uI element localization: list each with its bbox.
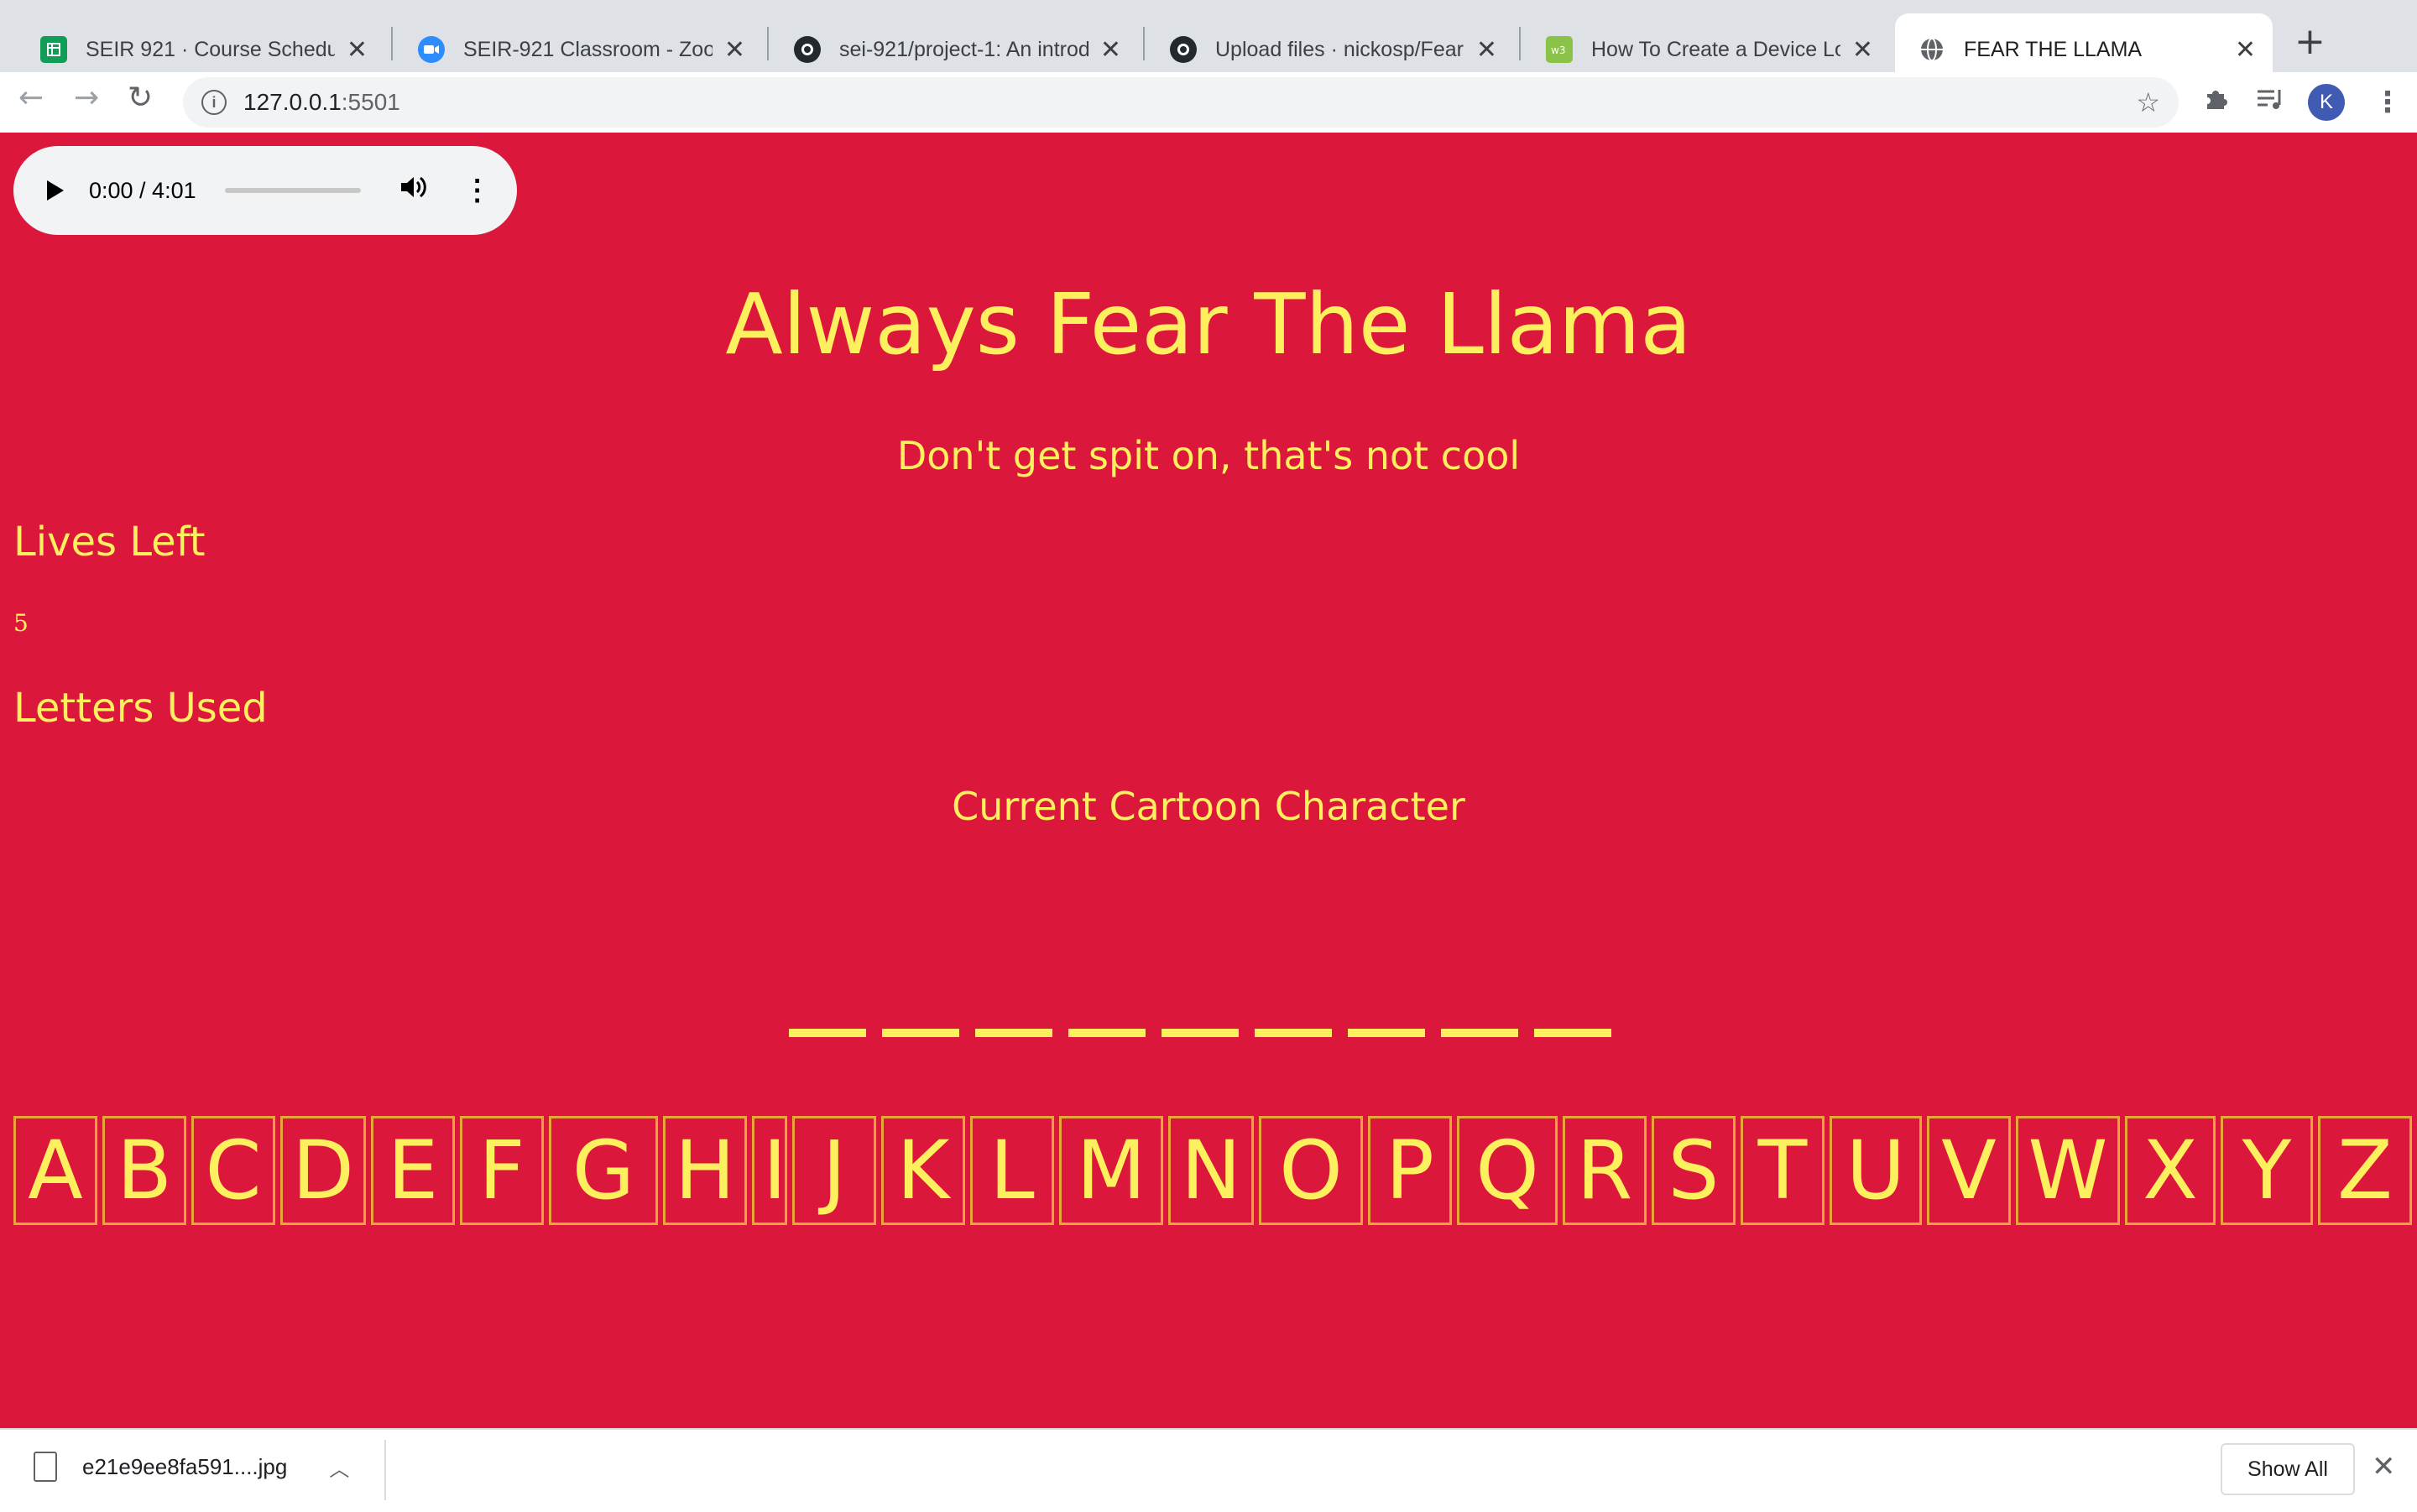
letter-blank: [1255, 1029, 1332, 1037]
download-separator: [384, 1440, 386, 1500]
reload-icon[interactable]: ↻: [128, 81, 153, 115]
more-options-icon[interactable]: ⋮: [463, 174, 492, 207]
letter-button-z[interactable]: Z: [2318, 1116, 2412, 1225]
letter-blank: [1534, 1029, 1611, 1037]
letter-button-o[interactable]: O: [1259, 1116, 1363, 1225]
letter-button-u[interactable]: U: [1830, 1116, 1922, 1225]
browser-toolbar: ← → ↻ i 127.0.0.1:5501 ☆ K ⋮: [0, 72, 2417, 134]
letter-button-l[interactable]: L: [970, 1116, 1054, 1225]
letter-button-p[interactable]: P: [1368, 1116, 1452, 1225]
letter-button-q[interactable]: Q: [1457, 1116, 1558, 1225]
bookmark-star-icon[interactable]: ☆: [2136, 86, 2160, 118]
letter-button-b[interactable]: B: [102, 1116, 186, 1225]
back-arrow-icon[interactable]: ←: [18, 81, 44, 115]
letters-used-heading: Letters Used: [13, 685, 268, 732]
letter-button-e[interactable]: E: [371, 1116, 455, 1225]
forward-arrow-icon[interactable]: →: [74, 81, 99, 115]
letter-button-j[interactable]: J: [792, 1116, 876, 1225]
w3schools-icon: w3: [1546, 36, 1573, 63]
tab-title: How To Create a Device Loo: [1591, 37, 1840, 61]
url-port: :5501: [341, 89, 400, 115]
letter-button-f[interactable]: F: [460, 1116, 544, 1225]
letter-button-g[interactable]: G: [549, 1116, 658, 1225]
letter-button-x[interactable]: X: [2125, 1116, 2216, 1225]
audio-player[interactable]: 0:00 / 4:01 ⋮: [13, 146, 517, 235]
letter-blank: [975, 1029, 1052, 1037]
show-all-button[interactable]: Show All: [2221, 1443, 2355, 1495]
audio-progress-slider[interactable]: [224, 188, 361, 193]
page-content: 0:00 / 4:01 ⋮ Always Fear The Llama Don'…: [0, 133, 2417, 1428]
letter-blank: [882, 1029, 959, 1037]
page-title: Always Fear The Llama: [725, 275, 1692, 373]
address-bar[interactable]: i 127.0.0.1:5501 ☆: [183, 77, 2179, 128]
letter-button-m[interactable]: M: [1059, 1116, 1163, 1225]
zoom-icon: [418, 36, 445, 63]
tab-separator: [1143, 27, 1145, 60]
github-icon: [794, 36, 821, 63]
play-icon[interactable]: [47, 180, 64, 201]
page-subtitle: Don't get spit on, that's not cool: [896, 433, 1521, 478]
lives-left-heading: Lives Left: [13, 519, 206, 566]
letter-button-r[interactable]: R: [1563, 1116, 1647, 1225]
tab-separator: [391, 27, 393, 60]
lives-left-value: 5: [13, 609, 29, 637]
globe-icon: [1918, 36, 1945, 63]
sheets-icon: [40, 36, 67, 63]
info-icon[interactable]: i: [201, 90, 227, 115]
url-host: 127.0.0.1: [243, 89, 342, 115]
letter-blank: [1068, 1029, 1146, 1037]
close-icon[interactable]: ✕: [724, 35, 745, 65]
close-icon[interactable]: ✕: [1100, 35, 1121, 65]
letter-button-t[interactable]: T: [1741, 1116, 1824, 1225]
volume-icon[interactable]: [399, 175, 428, 207]
letter-button-h[interactable]: H: [663, 1116, 747, 1225]
svg-text:w3: w3: [1551, 44, 1565, 55]
word-blanks: [789, 1029, 1611, 1037]
letter-button-a[interactable]: A: [13, 1116, 97, 1225]
letter-button-v[interactable]: V: [1927, 1116, 2011, 1225]
kebab-menu-icon[interactable]: ⋮: [2373, 86, 2402, 119]
tab-title: Upload files · nickosp/Fear-T: [1215, 37, 1464, 61]
new-tab-plus-icon[interactable]: +: [2294, 20, 2326, 63]
letter-buttons: ABCDEFGHIJKLMNOPQRSTUVWXYZ: [13, 1116, 2417, 1225]
letter-blank: [1441, 1029, 1518, 1037]
letter-blank: [789, 1029, 866, 1037]
letter-button-w[interactable]: W: [2016, 1116, 2120, 1225]
tab-title: SEIR 921 · Course Schedule: [86, 37, 335, 61]
letter-blank: [1162, 1029, 1239, 1037]
file-icon: [34, 1452, 57, 1482]
tab-title: SEIR-921 Classroom - Zoom: [463, 37, 713, 61]
letter-button-s[interactable]: S: [1652, 1116, 1736, 1225]
extensions-puzzle-icon[interactable]: [2202, 86, 2229, 120]
github-icon: [1170, 36, 1197, 63]
chevron-up-icon[interactable]: ︿: [329, 1452, 349, 1482]
close-icon[interactable]: ✕: [1852, 35, 1873, 65]
media-queue-icon[interactable]: [2256, 86, 2286, 119]
letter-button-y[interactable]: Y: [2221, 1116, 2313, 1225]
current-character-heading: Current Cartoon Character: [952, 784, 1465, 829]
audio-time: 0:00 / 4:01: [89, 177, 196, 203]
close-icon[interactable]: ✕: [1476, 35, 1497, 65]
profile-avatar[interactable]: K: [2308, 84, 2345, 121]
tab-title: FEAR THE LLAMA: [1964, 37, 2143, 61]
download-item[interactable]: e21e9ee8fa591....jpg ︿: [34, 1452, 349, 1482]
letter-button-n[interactable]: N: [1168, 1116, 1254, 1225]
close-icon[interactable]: ✕: [347, 35, 368, 65]
letter-button-k[interactable]: K: [881, 1116, 965, 1225]
tab-separator: [1519, 27, 1521, 60]
close-icon[interactable]: ✕: [2372, 1450, 2396, 1483]
letter-blank: [1348, 1029, 1425, 1037]
letter-button-c[interactable]: C: [191, 1116, 275, 1225]
letter-button-i[interactable]: I: [752, 1116, 787, 1225]
download-bar: e21e9ee8fa591....jpg ︿ Show All ✕: [0, 1428, 2417, 1512]
download-file-name: e21e9ee8fa591....jpg: [82, 1453, 288, 1479]
letter-button-d[interactable]: D: [280, 1116, 366, 1225]
tab-separator: [767, 27, 769, 60]
tab-title: sei-921/project-1: An introdu: [839, 37, 1088, 61]
close-icon[interactable]: ✕: [2235, 35, 2256, 65]
